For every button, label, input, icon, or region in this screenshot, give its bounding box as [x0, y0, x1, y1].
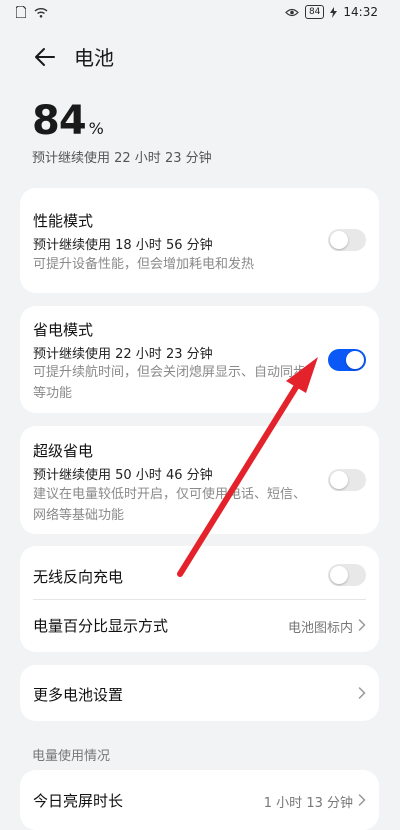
power-saving-mode-title: 省电模式	[33, 321, 94, 339]
wifi-icon	[34, 7, 48, 18]
page-title: 电池	[74, 46, 114, 70]
percent-display-row[interactable]: 电量百分比显示方式 电池图标内	[20, 600, 379, 652]
percent-display-label: 电量百分比显示方式	[33, 617, 169, 635]
status-right: 84 14:32	[285, 5, 378, 19]
chevron-right-icon	[358, 794, 366, 806]
toggle-knob	[330, 471, 348, 489]
battery-percent-unit: %	[88, 119, 104, 138]
battery-remaining-time: 预计继续使用 22 小时 23 分钟	[32, 151, 212, 166]
chevron-right-icon	[358, 619, 366, 631]
ultra-power-saving-desc: 建议在电量较低时开启，仅可使用电话、短信、网络等基础功能	[33, 487, 307, 523]
ultra-power-saving-toggle[interactable]	[328, 469, 366, 491]
usage-section-label: 电量使用情况	[32, 749, 111, 764]
performance-mode-title: 性能模式	[33, 212, 94, 230]
clock: 14:32	[343, 5, 378, 19]
ultra-power-saving-title: 超级省电	[33, 442, 94, 460]
more-battery-settings-label: 更多电池设置	[33, 686, 124, 704]
status-left	[16, 6, 48, 18]
power-saving-mode-desc: 可提升续航时间，但会关闭熄屏显示、自动同步等功能	[33, 365, 307, 401]
wireless-reverse-charge-toggle[interactable]	[328, 564, 366, 586]
ultra-power-saving-card[interactable]: 超级省电 预计继续使用 50 小时 46 分钟 建议在电量较低时开启，仅可使用电…	[20, 426, 379, 534]
sim-icon	[16, 6, 26, 18]
performance-mode-card[interactable]: 性能模式 预计继续使用 18 小时 56 分钟 可提升设备性能，但会增加耗电和发…	[20, 188, 379, 293]
chevron-right-icon	[358, 687, 366, 699]
wireless-reverse-charge-label: 无线反向充电	[33, 568, 124, 586]
percent-display-value: 电池图标内	[287, 621, 353, 636]
screen-on-time-value: 1 小时 13 分钟	[263, 796, 353, 811]
battery-percentage: 84 %	[32, 98, 104, 144]
more-battery-settings-row[interactable]: 更多电池设置	[20, 665, 379, 721]
performance-mode-desc: 可提升设备性能，但会增加耗电和发热	[33, 257, 255, 272]
toggle-knob	[330, 231, 348, 249]
toggle-knob	[346, 351, 364, 369]
battery-percent-value: 84	[32, 98, 87, 144]
performance-mode-remaining: 预计继续使用 18 小时 56 分钟	[33, 238, 213, 253]
charging-display-card: 无线反向充电 电量百分比显示方式 电池图标内	[20, 546, 379, 652]
screen-on-time-label: 今日亮屏时长	[33, 792, 124, 810]
performance-mode-toggle[interactable]	[328, 229, 366, 251]
screen-on-time-row[interactable]: 今日亮屏时长 1 小时 13 分钟	[20, 770, 379, 830]
status-bar: 84 14:32	[0, 0, 400, 26]
charging-bolt-icon	[330, 6, 338, 18]
battery-badge: 84	[304, 5, 325, 19]
arrow-left-icon[interactable]	[32, 44, 58, 70]
toggle-knob	[330, 566, 348, 584]
ultra-power-saving-remaining: 预计继续使用 50 小时 46 分钟	[33, 468, 213, 483]
page-header: 电池	[0, 36, 400, 76]
power-saving-mode-remaining: 预计继续使用 22 小时 23 分钟	[33, 347, 213, 362]
eye-icon	[285, 8, 299, 16]
power-saving-mode-card[interactable]: 省电模式 预计继续使用 22 小时 23 分钟 可提升续航时间，但会关闭熄屏显示…	[20, 306, 379, 413]
power-saving-mode-toggle[interactable]	[328, 349, 366, 371]
